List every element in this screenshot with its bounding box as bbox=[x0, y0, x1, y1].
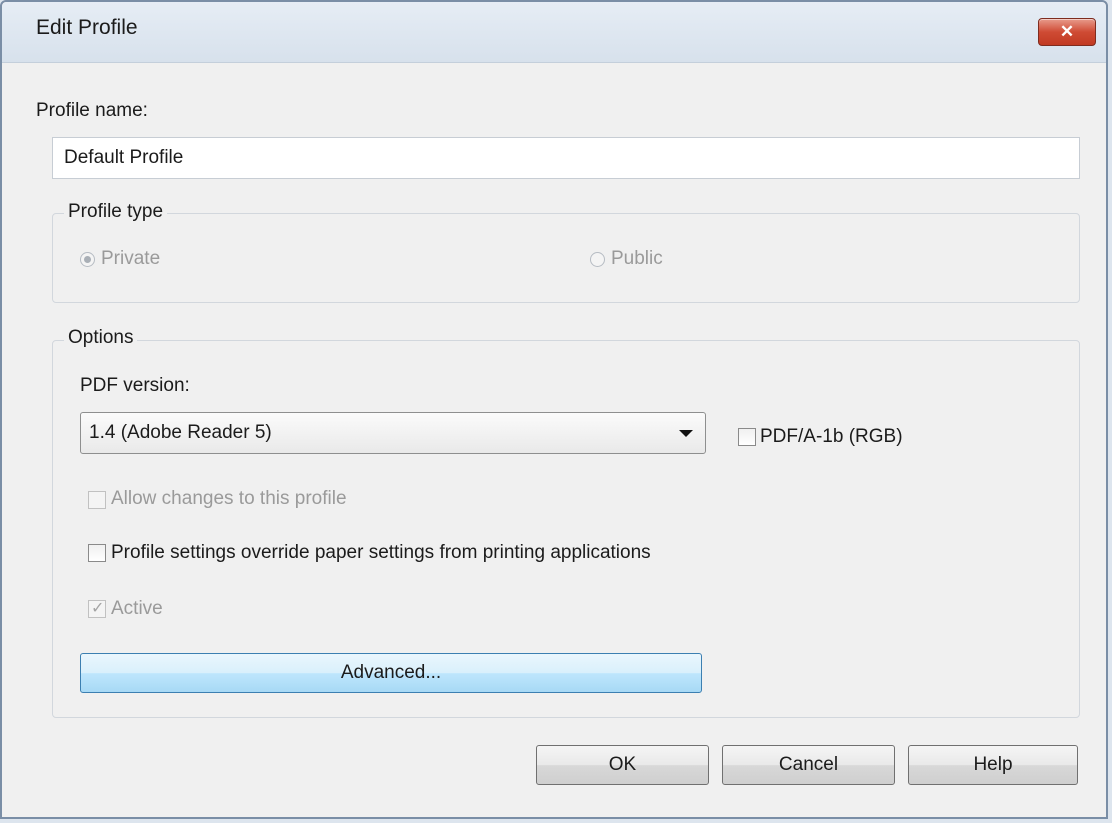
advanced-button[interactable]: Advanced... bbox=[80, 653, 702, 693]
profile-name-input[interactable] bbox=[52, 137, 1080, 179]
pdf-version-select[interactable]: 1.4 (Adobe Reader 5) bbox=[80, 412, 706, 454]
pdf-version-value: 1.4 (Adobe Reader 5) bbox=[89, 422, 272, 443]
options-legend: Options bbox=[64, 327, 138, 349]
allow-changes-checkbox[interactable] bbox=[88, 491, 106, 509]
allow-changes-label: Allow changes to this profile bbox=[111, 488, 347, 509]
profile-type-legend: Profile type bbox=[64, 201, 168, 223]
override-paper-checkbox[interactable] bbox=[88, 544, 106, 562]
radio-selected-dot bbox=[84, 256, 91, 263]
radio-private-label: Private bbox=[101, 248, 161, 269]
close-icon: ✕ bbox=[1059, 22, 1075, 41]
chevron-down-icon bbox=[679, 430, 693, 437]
help-button[interactable]: Help bbox=[908, 745, 1078, 785]
override-paper-label: Profile settings override paper settings… bbox=[111, 542, 651, 563]
radio-public-label: Public bbox=[611, 248, 663, 269]
profile-type-group bbox=[52, 213, 1080, 303]
pdf-version-label: PDF version: bbox=[80, 375, 190, 396]
profile-name-label: Profile name: bbox=[36, 100, 148, 121]
pdfa-label: PDF/A-1b (RGB) bbox=[760, 426, 903, 447]
pdfa-checkbox[interactable] bbox=[738, 428, 756, 446]
active-label: Active bbox=[111, 598, 163, 619]
title-bar[interactable]: Edit Profile ✕ bbox=[2, 2, 1106, 63]
radio-private[interactable] bbox=[80, 252, 95, 267]
radio-public[interactable] bbox=[590, 252, 605, 267]
edit-profile-dialog: Edit Profile ✕ Profile name: Profile typ… bbox=[0, 0, 1108, 819]
close-button[interactable]: ✕ bbox=[1038, 18, 1096, 46]
window-title: Edit Profile bbox=[36, 16, 138, 39]
active-checkbox[interactable]: ✓ bbox=[88, 600, 106, 618]
cancel-button[interactable]: Cancel bbox=[722, 745, 895, 785]
checkmark-icon: ✓ bbox=[91, 600, 105, 617]
ok-button[interactable]: OK bbox=[536, 745, 709, 785]
